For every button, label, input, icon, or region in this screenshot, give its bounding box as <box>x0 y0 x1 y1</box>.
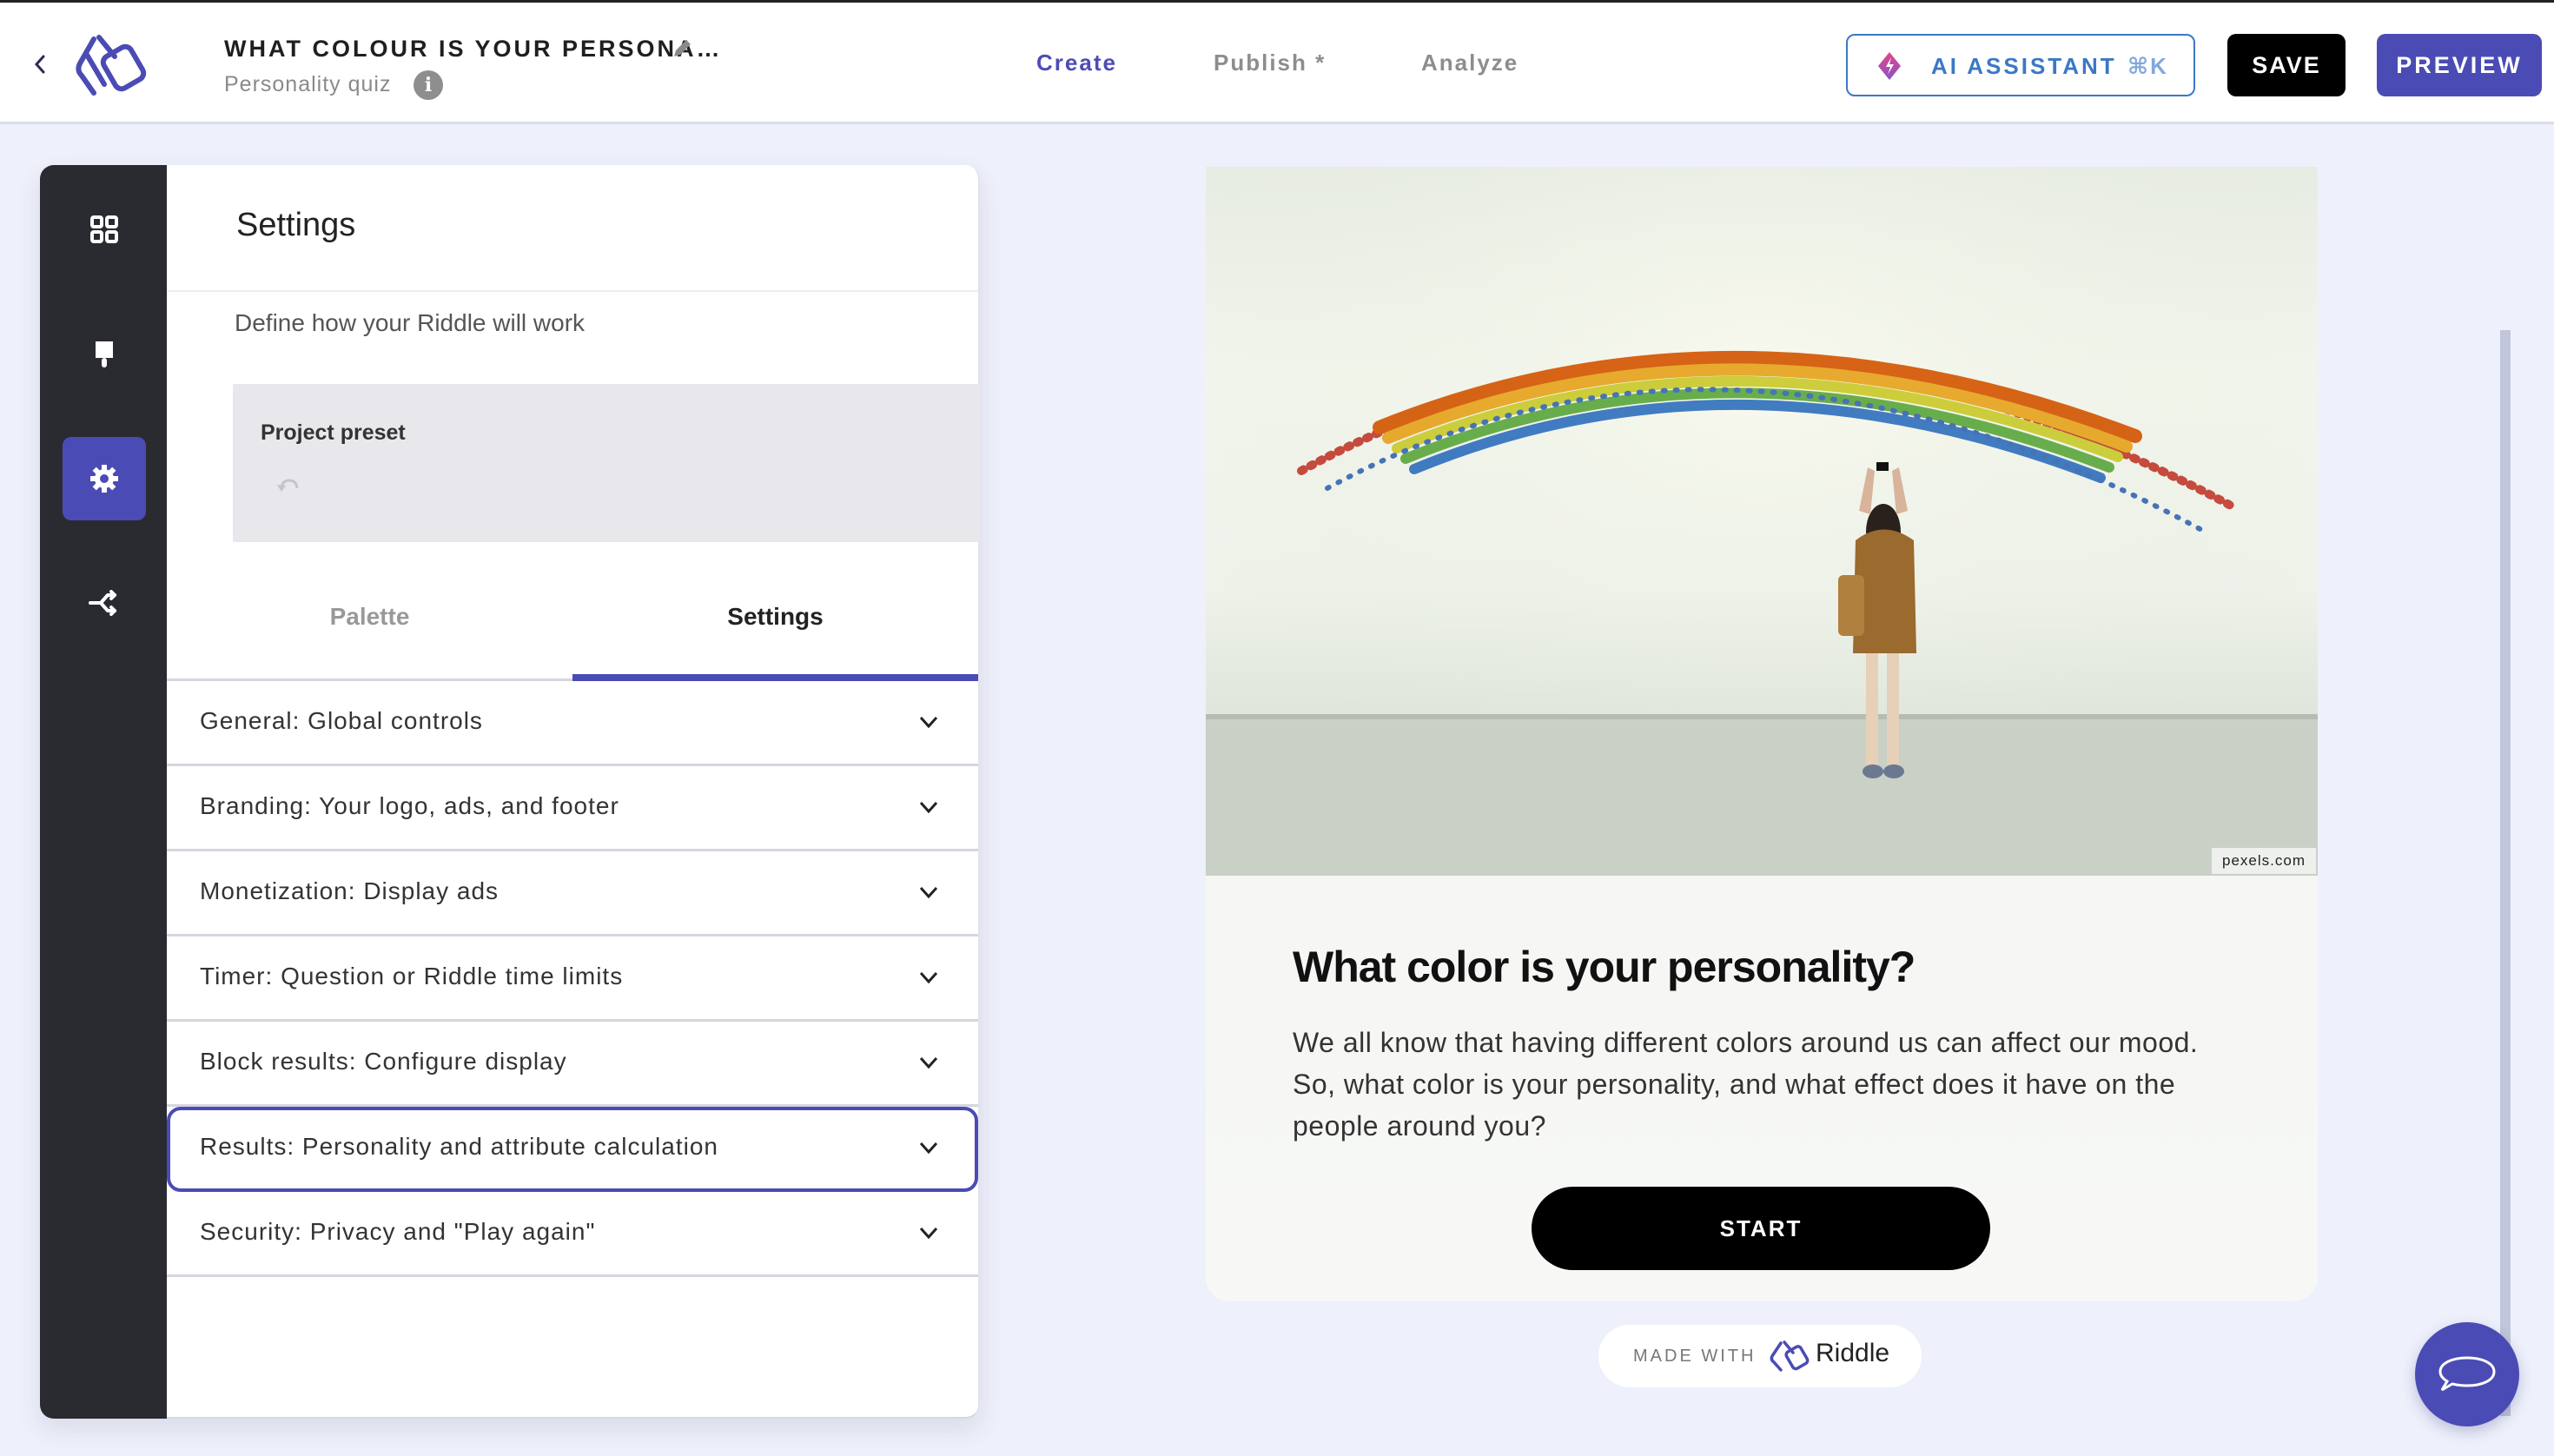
tab-palette[interactable]: Palette <box>167 573 572 681</box>
rainbow-photo <box>1206 167 2318 876</box>
rail-item-blocks[interactable] <box>63 188 146 271</box>
section-security[interactable]: Security: Privacy and "Play again" <box>167 1192 978 1277</box>
riddle-title: WHAT COLOUR IS YOUR PERSONA… <box>224 36 723 62</box>
made-with-label: MADE WITH <box>1633 1347 1757 1366</box>
section-label: Results: Personality and attribute calcu… <box>200 1133 718 1160</box>
section-branding[interactable]: Branding: Your logo, ads, and footer <box>167 766 978 851</box>
section-label: Branding: Your logo, ads, and footer <box>200 792 619 819</box>
chevron-down-icon <box>919 1142 938 1155</box>
settings-panel: Settings Define how your Riddle will wor… <box>167 165 980 1419</box>
editor-panel: Settings Define how your Riddle will wor… <box>40 165 980 1419</box>
nav-create[interactable]: Create <box>1036 50 1117 76</box>
cover-image: pexels.com <box>1206 167 2318 876</box>
chevron-down-icon <box>919 886 938 899</box>
back-button[interactable] <box>31 51 49 77</box>
panel-divider <box>167 290 978 292</box>
edit-title-icon[interactable] <box>671 37 693 60</box>
ai-assistant-button[interactable]: AI ASSISTANT ⌘K <box>1846 34 2195 96</box>
section-timer[interactable]: Timer: Question or Riddle time limits <box>167 936 978 1022</box>
section-label: General: Global controls <box>200 707 483 734</box>
section-label: Monetization: Display ads <box>200 877 500 904</box>
start-button[interactable]: START <box>1532 1187 1990 1270</box>
gear-icon <box>90 465 118 493</box>
section-results[interactable]: Results: Personality and attribute calcu… <box>167 1107 978 1192</box>
section-label: Security: Privacy and "Play again" <box>200 1218 596 1245</box>
quiz-title: What color is your personality? <box>1293 943 1916 991</box>
chat-bubble-icon <box>2438 1356 2496 1392</box>
chevron-down-icon <box>919 971 938 984</box>
side-rail <box>40 165 167 1419</box>
ai-assistant-label: AI ASSISTANT <box>1931 53 2117 79</box>
nav-analyze[interactable]: Analyze <box>1421 50 1519 76</box>
chat-button[interactable] <box>2415 1322 2519 1426</box>
riddle-preview: pexels.com What color is your personalit… <box>1206 167 2318 1301</box>
riddle-type: Personality quiz <box>224 72 392 96</box>
preview-scrollbar[interactable] <box>2500 330 2511 1416</box>
chevron-down-icon <box>919 1056 938 1069</box>
nav-publish[interactable]: Publish * <box>1214 50 1326 76</box>
undo-icon[interactable] <box>275 473 301 499</box>
quiz-description: We all know that having different colors… <box>1293 1027 2199 1142</box>
section-monetization[interactable]: Monetization: Display ads <box>167 851 978 936</box>
panel-description: Define how your Riddle will work <box>235 309 586 336</box>
riddle-logo-icon <box>1770 1340 1810 1372</box>
top-bar: WHAT COLOUR IS YOUR PERSONA… Personality… <box>0 0 2554 124</box>
section-block-results[interactable]: Block results: Configure display <box>167 1022 978 1107</box>
riddle-logo[interactable] <box>61 30 156 100</box>
grid-icon <box>90 215 118 243</box>
tab-settings[interactable]: Settings <box>572 573 978 681</box>
rail-item-design[interactable] <box>63 313 146 396</box>
section-label: Timer: Question or Riddle time limits <box>200 963 624 989</box>
project-preset-box: Project preset <box>233 384 980 542</box>
panel-tabs: Palette Settings <box>167 573 978 681</box>
save-button[interactable]: SAVE <box>2227 34 2346 96</box>
image-credit[interactable]: pexels.com <box>2212 848 2316 874</box>
riddle-brand-name: Riddle <box>1816 1339 1890 1367</box>
preview-button[interactable]: PREVIEW <box>2377 34 2542 96</box>
chevron-left-icon <box>34 55 45 74</box>
section-label: Block results: Configure display <box>200 1048 567 1075</box>
chevron-down-icon <box>919 1227 938 1240</box>
made-with-riddle-badge[interactable]: MADE WITH Riddle <box>1598 1325 1922 1387</box>
share-icon <box>89 590 116 616</box>
info-icon[interactable]: i <box>414 70 443 100</box>
section-general[interactable]: General: Global controls <box>167 681 978 766</box>
lightning-diamond-icon <box>1878 52 1901 80</box>
paint-brush-icon <box>96 341 113 367</box>
panel-title: Settings <box>236 207 356 243</box>
project-preset-label: Project preset <box>261 420 406 445</box>
ai-assistant-shortcut: ⌘K <box>2127 53 2168 79</box>
rail-item-publish[interactable] <box>63 561 146 645</box>
chevron-down-icon <box>919 716 938 729</box>
chevron-down-icon <box>919 801 938 814</box>
rail-item-settings[interactable] <box>63 437 146 520</box>
